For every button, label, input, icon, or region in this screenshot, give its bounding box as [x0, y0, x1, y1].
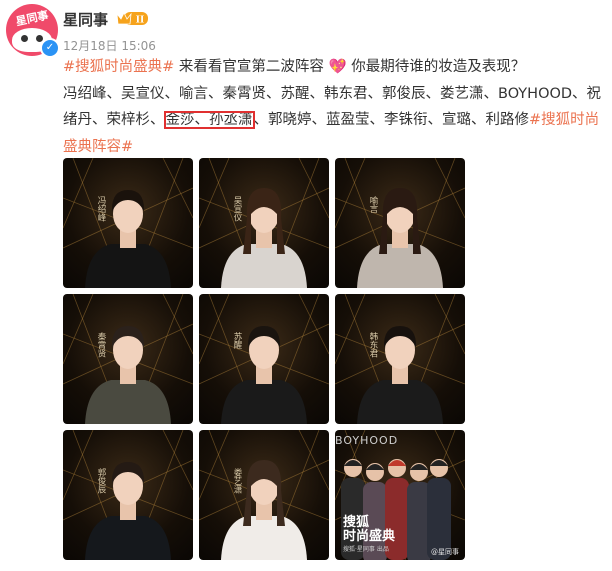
photo-thumbnail[interactable]: 喻言: [335, 158, 465, 288]
avatar-eye-left: [21, 35, 28, 42]
portrait: [85, 462, 171, 560]
member-badge[interactable]: II: [116, 10, 150, 27]
portrait: [357, 326, 443, 424]
photo-name-label: 郭俊辰: [96, 468, 106, 494]
badge-level: II: [136, 16, 144, 26]
sohu-logo-text: 搜狐 时尚盛典: [343, 515, 396, 544]
photo-thumbnail[interactable]: 郭俊辰: [63, 430, 193, 560]
photo-name-label: 娄艺潇: [232, 468, 242, 494]
portrait: [85, 190, 171, 288]
post-intro: 来看看官宣第二波阵容: [174, 59, 324, 75]
post-text: #搜狐时尚盛典# 来看看官宣第二波阵容 💖 你最期待谁的妆造及表现？ 冯绍峰、吴宣…: [63, 54, 608, 160]
photo-thumbnail[interactable]: 吴宣仪: [199, 158, 329, 288]
photo-name-label: 秦霄贤: [96, 332, 106, 358]
heart-emoji-icon: 💖: [328, 59, 347, 75]
photo-thumbnail[interactable]: BOYHOOD 搜狐 时尚盛典 搜狐·星同事 出品 @星同事: [335, 430, 465, 560]
avatar-logo-text: 星同事: [14, 8, 50, 29]
portrait: [221, 188, 307, 288]
photo-name-label: 吴宣仪: [232, 196, 242, 222]
post-question: 你最期待谁的妆造及表现？: [346, 59, 526, 75]
names-list-rest: 、郭晓婷、蓝盈莹、李铢衔、宣璐、利路修: [253, 112, 530, 128]
post-timestamp[interactable]: 12月18日 15:06: [63, 37, 156, 54]
watermark: @星同事: [431, 548, 459, 556]
photo-name-label: 苏醒: [232, 332, 242, 349]
verified-icon: ✓: [40, 38, 60, 58]
photo-name-label: 冯绍峰: [96, 196, 106, 222]
portrait: [221, 460, 307, 560]
portrait: [85, 326, 171, 424]
portrait: [357, 188, 443, 288]
photo-thumbnail[interactable]: 娄艺潇: [199, 430, 329, 560]
photo-thumbnail[interactable]: 苏醒: [199, 294, 329, 424]
photo-thumbnail[interactable]: 冯绍峰: [63, 158, 193, 288]
photo-name-label: 喻言: [368, 196, 378, 213]
photo-thumbnail[interactable]: 韩东君: [335, 294, 465, 424]
sohu-subtitle: 搜狐·星同事 出品: [343, 546, 389, 553]
photo-thumbnail[interactable]: 秦霄贤: [63, 294, 193, 424]
highlighted-names: 金莎、孙丞潇: [163, 111, 255, 129]
photo-name-label: 韩东君: [368, 332, 378, 358]
portrait: [221, 326, 307, 424]
topic-link[interactable]: #搜狐时尚盛典#: [63, 59, 174, 75]
username[interactable]: 星同事: [63, 9, 108, 30]
